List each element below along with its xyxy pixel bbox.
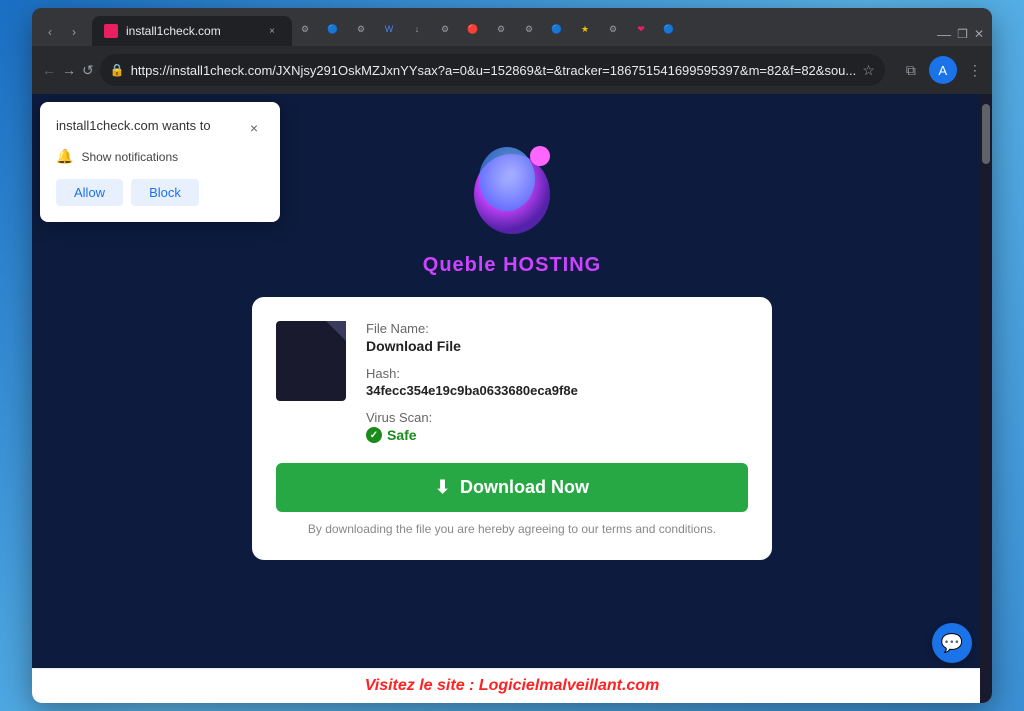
allow-button[interactable]: Allow bbox=[56, 179, 123, 206]
window-controls: — ❒ ✕ bbox=[937, 26, 984, 46]
card-top: File Name: Download File Hash: 34fecc354… bbox=[276, 321, 748, 443]
lock-icon: 🔒 bbox=[110, 63, 125, 77]
pinned-tab-5[interactable]: ↓ bbox=[404, 16, 430, 42]
tab-bar-left: ‹ › bbox=[40, 22, 84, 46]
pinned-tab-10[interactable]: 🔵 bbox=[544, 16, 570, 42]
window-close-button[interactable]: ✕ bbox=[974, 27, 984, 41]
pinned-tab-9[interactable]: ⚙ bbox=[516, 16, 542, 42]
card-details: File Name: Download File Hash: 34fecc354… bbox=[366, 321, 748, 443]
tab-icons-row: ⚙ 🔵 ⚙ W ↓ ⚙ 🔴 ⚙ ⚙ 🔵 ★ ⚙ ❤ 🔵 bbox=[292, 16, 937, 46]
forward-button[interactable]: → bbox=[62, 56, 76, 84]
tab-bar: ‹ › install1check.com × ⚙ 🔵 ⚙ W ↓ ⚙ 🔴 ⚙ … bbox=[32, 8, 992, 46]
pinned-tab-14[interactable]: 🔵 bbox=[656, 16, 682, 42]
toolbar-icons: ⧉ A ⋮ bbox=[897, 56, 989, 84]
pinned-tab-6[interactable]: ⚙ bbox=[432, 16, 458, 42]
download-card: File Name: Download File Hash: 34fecc354… bbox=[252, 297, 772, 560]
file-icon bbox=[276, 321, 346, 401]
popup-notification-row: 🔔 Show notifications bbox=[56, 148, 264, 165]
scrollbar[interactable] bbox=[980, 94, 992, 703]
tab-title: install1check.com bbox=[126, 24, 256, 38]
download-button-label: Download Now bbox=[460, 477, 589, 498]
file-name-label: File Name: bbox=[366, 321, 748, 336]
bell-icon: 🔔 bbox=[56, 148, 73, 165]
safe-checkmark-icon: ✓ bbox=[366, 427, 382, 443]
scrollbar-thumb[interactable] bbox=[982, 104, 990, 164]
hash-label: Hash: bbox=[366, 366, 748, 381]
terms-text: By downloading the file you are hereby a… bbox=[276, 522, 748, 536]
file-name-value: Download File bbox=[366, 338, 748, 354]
chat-icon: 💬 bbox=[941, 633, 963, 654]
tab-forward-button[interactable]: › bbox=[64, 22, 84, 42]
tab-back-button[interactable]: ‹ bbox=[40, 22, 60, 42]
safe-label: Safe bbox=[387, 427, 417, 443]
bookmark-icon[interactable]: ☆ bbox=[862, 62, 875, 79]
pinned-tab-2[interactable]: 🔵 bbox=[320, 16, 346, 42]
tab-favicon-icon bbox=[104, 24, 118, 38]
maximize-button[interactable]: ❒ bbox=[957, 27, 968, 41]
desktop: ‹ › install1check.com × ⚙ 🔵 ⚙ W ↓ ⚙ 🔴 ⚙ … bbox=[0, 0, 1024, 711]
download-now-button[interactable]: ⬇ Download Now bbox=[276, 463, 748, 512]
pinned-tab-13[interactable]: ❤ bbox=[628, 16, 654, 42]
menu-button[interactable]: ⋮ bbox=[961, 56, 989, 84]
logo-area: Queble HOSTING bbox=[423, 124, 601, 277]
chat-bubble-button[interactable]: 💬 bbox=[932, 623, 972, 663]
download-icon: ⬇ bbox=[435, 477, 450, 498]
address-bar: ← → ↺ 🔒 https://install1check.com/JXNjsy… bbox=[32, 46, 992, 94]
profile-letter: A bbox=[938, 63, 947, 78]
brand-logo bbox=[452, 124, 572, 244]
pinned-tab-4[interactable]: W bbox=[376, 16, 402, 42]
warning-text: Visitez le site : Logicielmalveillant.co… bbox=[365, 677, 660, 694]
notification-popup: install1check.com wants to × 🔔 Show noti… bbox=[40, 102, 280, 222]
tab-close-button[interactable]: × bbox=[264, 23, 280, 39]
reload-button[interactable]: ↺ bbox=[82, 56, 94, 84]
popup-close-button[interactable]: × bbox=[244, 118, 264, 138]
pinned-tab-1[interactable]: ⚙ bbox=[292, 16, 318, 42]
virus-scan-label: Virus Scan: bbox=[366, 410, 748, 425]
pinned-tab-3[interactable]: ⚙ bbox=[348, 16, 374, 42]
pinned-tab-8[interactable]: ⚙ bbox=[488, 16, 514, 42]
brand-name: Queble HOSTING bbox=[423, 254, 601, 277]
safe-badge: ✓ Safe bbox=[366, 427, 748, 443]
file-icon-corner bbox=[326, 321, 346, 341]
popup-buttons: Allow Block bbox=[56, 179, 264, 206]
popup-title: install1check.com wants to bbox=[56, 118, 211, 133]
back-button[interactable]: ← bbox=[42, 56, 56, 84]
minimize-button[interactable]: — bbox=[937, 26, 951, 42]
pinned-tab-11[interactable]: ★ bbox=[572, 16, 598, 42]
active-tab[interactable]: install1check.com × bbox=[92, 16, 292, 46]
bottom-warning-banner: Visitez le site : Logicielmalveillant.co… bbox=[32, 668, 992, 703]
pinned-tab-12[interactable]: ⚙ bbox=[600, 16, 626, 42]
block-button[interactable]: Block bbox=[131, 179, 199, 206]
hash-value: 34fecc354e19c9ba0633680eca9f8e bbox=[366, 383, 748, 398]
popup-notification-label: Show notifications bbox=[81, 150, 178, 164]
extensions-button[interactable]: ⧉ bbox=[897, 56, 925, 84]
pinned-tab-7[interactable]: 🔴 bbox=[460, 16, 486, 42]
page-content: install1check.com wants to × 🔔 Show noti… bbox=[32, 94, 992, 703]
url-text: https://install1check.com/JXNjsy291OskMZ… bbox=[131, 63, 857, 78]
popup-header: install1check.com wants to × bbox=[56, 118, 264, 138]
address-input[interactable]: 🔒 https://install1check.com/JXNjsy291Osk… bbox=[100, 54, 885, 86]
profile-button[interactable]: A bbox=[929, 56, 957, 84]
chrome-window: ‹ › install1check.com × ⚙ 🔵 ⚙ W ↓ ⚙ 🔴 ⚙ … bbox=[32, 8, 992, 703]
